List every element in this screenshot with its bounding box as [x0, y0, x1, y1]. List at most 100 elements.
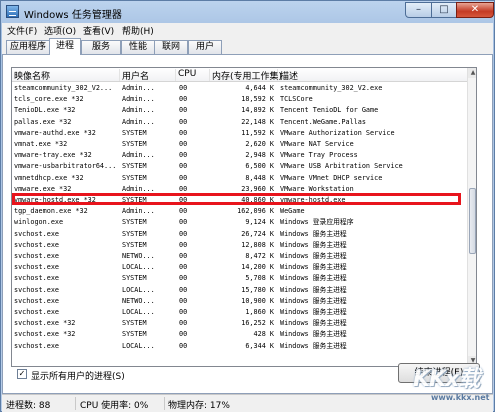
cell-image-name: tgp_daemon.exe *32 [14, 207, 88, 216]
cell-cpu: 00 [179, 151, 188, 160]
cell-description: Windows 服务主进程 [280, 285, 347, 294]
table-row[interactable]: svchost.exe LOCAL... 00 6,344 K Windows 服务主进… [12, 341, 467, 352]
column-header-description[interactable]: 描述 [278, 69, 467, 82]
close-button[interactable]: ✕ [456, 2, 494, 18]
table-row[interactable]: svchost.exe SYSTEM 00 26,724 K Windows 服务主进程 [12, 229, 467, 240]
cell-cpu: 00 [179, 207, 188, 216]
cell-user-name: SYSTEM [122, 240, 147, 249]
tab-applications[interactable]: 应用程序 [6, 40, 50, 54]
cell-cpu: 00 [179, 229, 188, 238]
cell-user-name: Admin... [122, 106, 155, 115]
cell-description: Windows 登录应用程序 [280, 218, 354, 227]
table-row[interactable]: svchost.exe *32 SYSTEM 00 428 K Windows 服务主进… [12, 329, 467, 340]
title-bar[interactable]: Windows 任务管理器 – □ ✕ [1, 1, 494, 23]
show-all-users-label: 显示所有用户的进程(S) [31, 372, 125, 382]
cell-cpu: 00 [179, 173, 188, 182]
table-row[interactable]: pallas.exe *32 Admin... 00 22,148 K Tencent.… [12, 117, 467, 128]
cell-image-name: svchost.exe [14, 285, 60, 294]
menu-options[interactable]: 选项(O) [44, 24, 76, 37]
table-row[interactable]: TenioDL.exe *32 Admin... 00 14,892 K Tencent… [12, 105, 467, 116]
tab-users[interactable]: 用户 [188, 40, 222, 54]
task-manager-icon [6, 5, 19, 18]
table-row[interactable]: svchost.exe SYSTEM 00 12,808 K Windows 服务主进程 [12, 240, 467, 251]
table-row[interactable]: vmware-tray.exe *32 Admin... 00 2,948 K VMwa… [12, 150, 467, 161]
scroll-up-arrow-icon[interactable]: ▲ [468, 68, 476, 78]
cell-memory: 14,892 K [241, 106, 274, 115]
table-row[interactable]: vmnat.exe *32 SYSTEM 00 2,620 K VMware NAT S… [12, 139, 467, 150]
cell-memory: 5,708 K [245, 274, 274, 283]
cell-user-name: Admin... [122, 84, 155, 92]
menu-help[interactable]: 帮助(H) [122, 24, 154, 37]
table-row[interactable]: svchost.exe LOCAL... 00 1,860 K Windows 服务主进… [12, 307, 467, 318]
cell-description: WeGame [280, 207, 305, 216]
cell-image-name: vmware-authd.exe *32 [14, 128, 96, 137]
cell-description: VMware USB Arbitration Service [280, 162, 403, 171]
table-row[interactable]: svchost.exe NETWO... 00 10,900 K Windows 服务主… [12, 296, 467, 307]
cell-user-name: SYSTEM [122, 196, 147, 204]
table-row[interactable]: svchost.exe NETWO... 00 8,472 K Windows 服务主进… [12, 251, 467, 262]
column-header-user-name[interactable]: 用户名 [120, 69, 176, 82]
cell-image-name: svchost.exe [14, 240, 60, 249]
tab-processes[interactable]: 进程 [49, 38, 81, 55]
table-row[interactable]: vmnetdhcp.exe *32 SYSTEM 00 8,448 K VMware V… [12, 173, 467, 184]
table-row[interactable]: tgp_daemon.exe *32 Admin... 00 162,096 K WeG… [12, 206, 467, 217]
list-header: 映像名称 用户名 CPU 内存(专用工作集) 描述 [12, 68, 467, 82]
cell-cpu: 00 [179, 341, 188, 350]
table-row[interactable]: svchost.exe SYSTEM 00 5,708 K Windows 服务主进程 [12, 273, 467, 284]
cell-image-name: svchost.exe *32 [14, 330, 76, 339]
cell-user-name: SYSTEM [122, 128, 147, 137]
column-header-cpu[interactable]: CPU [176, 69, 210, 81]
status-bar: 进程数: 88 CPU 使用率: 0% 物理内存: 17% [2, 394, 493, 412]
cell-cpu: 00 [179, 106, 188, 115]
process-list[interactable]: 映像名称 用户名 CPU 内存(专用工作集) 描述 steamcommunity… [11, 67, 477, 367]
table-row[interactable]: steamcommunity_302_V2... Admin... 00 4,644 … [12, 83, 467, 94]
window-title: Windows 任务管理器 [24, 10, 122, 21]
table-row[interactable]: vmware-authd.exe *32 SYSTEM 00 11,592 K VMwa… [12, 128, 467, 139]
end-process-button[interactable]: 结束进程(E) [398, 363, 480, 383]
cell-user-name: SYSTEM [122, 162, 147, 171]
tab-networking[interactable]: 联网 [154, 40, 188, 54]
minimize-button[interactable]: – [405, 2, 432, 18]
cell-memory: 428 K [253, 330, 274, 339]
cell-description: VMware Workstation [280, 184, 354, 193]
cell-user-name: SYSTEM [122, 140, 147, 148]
cell-memory: 4,644 K [245, 84, 274, 92]
table-row[interactable]: winlogon.exe SYSTEM 00 9,124 K Windows 登录应用程… [12, 217, 467, 228]
cell-user-name: SYSTEM [122, 274, 147, 283]
tab-performance[interactable]: 性能 [121, 40, 155, 54]
vertical-scrollbar[interactable]: ▲ ▼ [467, 68, 476, 366]
status-divider [75, 397, 76, 410]
menu-file[interactable]: 文件(F) [7, 24, 37, 37]
cell-cpu: 00 [179, 218, 188, 227]
cell-description: VMware Tray Process [280, 151, 358, 160]
maximize-button[interactable]: □ [431, 2, 457, 18]
table-row[interactable]: svchost.exe LOCAL... 00 15,780 K Windows 服务主… [12, 285, 467, 296]
cell-memory: 22,148 K [241, 117, 274, 126]
cell-image-name: vmnat.exe *32 [14, 140, 68, 148]
scrollbar-thumb[interactable] [469, 188, 476, 254]
column-header-memory[interactable]: 内存(专用工作集) [210, 69, 282, 82]
cell-user-name: LOCAL... [122, 308, 155, 316]
cell-description: vmware-hostd.exe [280, 196, 346, 204]
cell-description: Windows 服务主进程 [280, 308, 347, 316]
table-row[interactable]: vmware-usbarbitrator64... SYSTEM 00 6,500 K… [12, 161, 467, 172]
table-row[interactable]: svchost.exe LOCAL... 00 14,200 K Windows 服务主… [12, 262, 467, 273]
table-row[interactable]: tcls_core.exe *32 Admin... 00 18,592 K TCLSC… [12, 94, 467, 105]
table-row[interactable]: vmware-hostd.exe *32 SYSTEM 00 40,860 K vmwa… [12, 195, 467, 206]
cell-cpu: 00 [179, 162, 188, 171]
cell-image-name: svchost.exe [14, 263, 60, 272]
cell-memory: 40,860 K [241, 196, 274, 204]
cell-memory: 2,948 K [245, 151, 274, 160]
cell-image-name: pallas.exe *32 [14, 117, 72, 126]
menu-view[interactable]: 查看(V) [83, 24, 114, 37]
cell-cpu: 00 [179, 95, 188, 104]
tab-services[interactable]: 服务 [81, 40, 121, 54]
cell-cpu: 00 [179, 252, 188, 260]
column-header-image-name[interactable]: 映像名称 [12, 69, 120, 82]
cell-memory: 14,200 K [241, 263, 274, 272]
checkbox-box[interactable]: ✓ [17, 369, 27, 379]
cell-user-name: Admin... [122, 95, 155, 104]
table-row[interactable]: vmware.exe *32 Admin... 00 23,960 K VMware W… [12, 184, 467, 195]
cell-memory: 2,620 K [245, 140, 274, 148]
table-row[interactable]: svchost.exe *32 SYSTEM 00 16,252 K Windows 服… [12, 318, 467, 329]
